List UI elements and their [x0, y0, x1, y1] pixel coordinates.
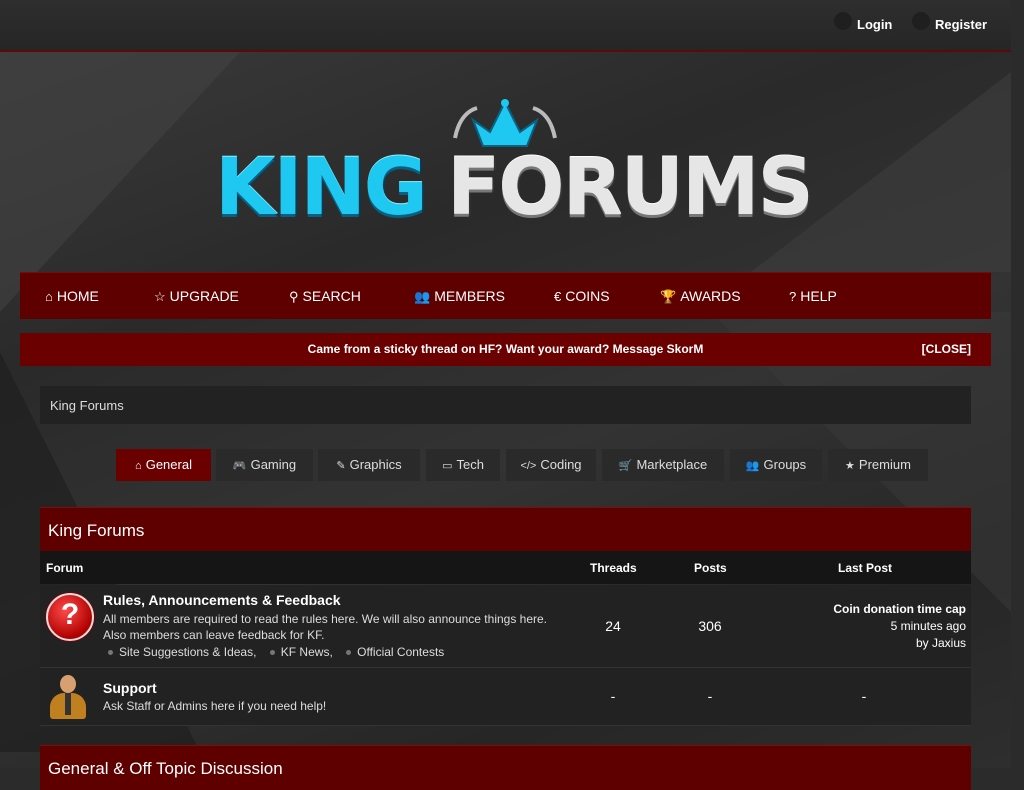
section-header-king-forums[interactable]: King Forums — [40, 507, 971, 552]
users-icon: 👥 — [745, 460, 760, 472]
tab-marketplace[interactable]: 🛒 Marketplace — [602, 449, 724, 481]
monitor-icon: ▭ — [442, 460, 453, 472]
post-count: 306 — [698, 618, 722, 634]
nav-help[interactable]: ? HELP — [789, 288, 837, 304]
register-icon — [912, 12, 930, 30]
thread-count: - — [610, 688, 616, 704]
tab-groups[interactable]: 👥 Groups — [730, 449, 822, 481]
section-title: General & Off Topic Discussion — [48, 759, 283, 778]
nav-members[interactable]: 👥 MEMBERS — [414, 288, 505, 305]
breadcrumb-home-link[interactable]: King Forums — [50, 398, 124, 413]
forum-row: ? Rules, Announcements & Feedback All me… — [40, 585, 971, 668]
section-title: King Forums — [48, 521, 145, 540]
forum-description: Ask Staff or Admins here if you need hel… — [103, 699, 327, 713]
logo-text-forums: FORUMS — [447, 143, 814, 233]
users-icon: 👥 — [414, 289, 431, 304]
forum-description: All members are required to read the rul… — [103, 612, 548, 642]
forum-row: Support Ask Staff or Admins here if you … — [40, 668, 971, 726]
support-person-icon — [46, 673, 90, 719]
euro-icon: € — [554, 289, 562, 304]
star-icon: ★ — [845, 460, 855, 472]
post-count: - — [707, 688, 713, 704]
logo-text-king: KING — [215, 143, 428, 233]
tab-coding[interactable]: </> Coding — [506, 449, 596, 481]
notice-close-button[interactable]: [CLOSE] — [922, 342, 971, 356]
tab-tech[interactable]: ▭ Tech — [426, 449, 500, 481]
forum-title[interactable]: Rules, Announcements & Feedback — [103, 592, 341, 608]
site-logo[interactable]: KING FORUMS — [215, 98, 814, 238]
top-bar: Login Register — [0, 0, 1011, 52]
forum-table-header: Forum Threads Posts Last Post — [40, 551, 971, 584]
last-post: Coin donation time cap 5 minutes ago by … — [833, 601, 966, 652]
last-post-title: - — [861, 688, 867, 704]
cart-icon: 🛒 — [618, 460, 633, 472]
forum-title[interactable]: Support — [103, 680, 157, 696]
tab-gaming[interactable]: 🎮 Gaming — [216, 449, 313, 481]
notice-banner: Came from a sticky thread on HF? Want yo… — [20, 333, 991, 366]
register-link[interactable]: Register — [935, 17, 987, 32]
last-post-author[interactable]: by Jaxius — [833, 635, 966, 652]
last-post-time: 5 minutes ago — [890, 619, 966, 633]
col-last-post: Last Post — [838, 561, 893, 575]
nav-coins[interactable]: € COINS — [554, 288, 610, 304]
home-icon: ⌂ — [45, 289, 53, 304]
last-post-title[interactable]: Coin donation time cap — [833, 601, 966, 618]
trophy-icon: 🏆 — [660, 289, 677, 304]
subforum-list: Site Suggestions & Ideas, KF News, Offic… — [108, 645, 448, 659]
star-icon: ☆ — [154, 289, 166, 304]
question-icon: ? — [789, 289, 797, 304]
subforum-link[interactable]: Site Suggestions & Ideas, — [119, 645, 256, 659]
code-icon: </> — [520, 460, 537, 472]
tab-general[interactable]: ⌂ General — [116, 449, 211, 481]
nav-search[interactable]: ⚲ SEARCH — [289, 288, 361, 305]
tab-graphics[interactable]: ✎ Graphics — [318, 449, 420, 481]
subforum-link[interactable]: KF News, — [281, 645, 333, 659]
help-icon: ? — [46, 593, 94, 641]
login-link[interactable]: Login — [857, 17, 892, 32]
gamepad-icon: 🎮 — [232, 460, 247, 472]
login-icon — [834, 12, 852, 30]
nav-home[interactable]: ⌂ HOME — [45, 288, 99, 304]
subforum-link[interactable]: Official Contests — [357, 645, 444, 659]
nav-upgrade[interactable]: ☆ UPGRADE — [154, 288, 239, 305]
search-icon: ⚲ — [289, 289, 299, 304]
breadcrumb: King Forums — [40, 386, 971, 424]
nav-awards[interactable]: 🏆 AWARDS — [660, 288, 741, 305]
main-nav: ⌂ HOME ☆ UPGRADE ⚲ SEARCH 👥 MEMBERS € COINS 🏆… — [20, 272, 991, 319]
brush-icon: ✎ — [336, 460, 346, 472]
home-icon: ⌂ — [135, 460, 142, 472]
thread-count: 24 — [605, 618, 621, 634]
tab-premium[interactable]: ★ Premium — [828, 449, 928, 481]
col-threads: Threads — [590, 561, 637, 575]
col-forum: Forum — [46, 561, 84, 575]
notice-text: Came from a sticky thread on HF? Want yo… — [307, 342, 704, 356]
col-posts: Posts — [694, 561, 727, 575]
